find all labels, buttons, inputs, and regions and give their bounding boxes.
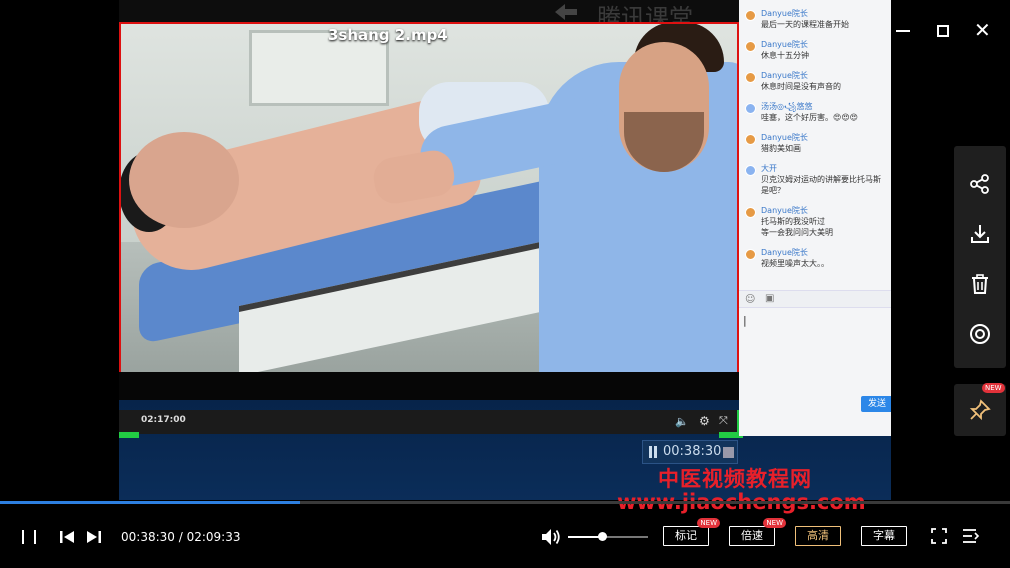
mark-button[interactable]: 标记 NEW [663,518,720,546]
chat-sender: 汤汤◎꧁悠悠 [761,102,813,111]
previous-icon[interactable] [58,528,76,546]
chat-text: 猎豹美如画 [761,144,801,153]
chat-input[interactable]: | [743,314,883,394]
hd-button[interactable]: 高清 [795,526,841,546]
close-button[interactable]: ✕ [974,20,991,40]
chat-sender: 大开 [761,164,777,173]
subtitle-button[interactable]: 字幕 [861,526,907,546]
hd-label: 高清 [807,529,829,542]
pause-button[interactable] [22,530,36,544]
new-badge: NEW [982,383,1005,393]
target-icon [970,324,990,344]
chat-panel: Danyue院长 最后一天的课程准备开始 Danyue院长 休息十五分钟 Danyue院… [739,0,891,436]
mark-label: 标记 [675,529,697,542]
chat-message-list: Danyue院长 最后一天的课程准备开始 Danyue院长 休息十五分钟 Danyue院… [739,8,891,278]
subtitle-label: 字幕 [873,529,895,542]
inner-clock-box: 00:38:30 [642,440,738,464]
control-bar: 00:38:30 / 02:09:33 标记 NEW 倍速 NEW 高清 字幕 [0,504,1010,568]
chat-sender: Danyue院长 [761,248,808,257]
chat-text: 哇塞，这个好厉害。😍😍😍 [761,113,859,122]
inner-volume-icon: 🔈 [675,415,689,428]
chat-text: 最后一天的课程准备开始 [761,20,849,29]
volume-icon[interactable] [540,527,562,547]
inner-clock-text: 00:38:30 [663,444,722,459]
download-icon [971,225,989,243]
tencent-classroom-logo-icon [555,4,577,20]
chat-text: 休息时间是没有声音的 [761,82,841,91]
fullscreen-icon[interactable] [931,528,947,544]
share-icon [970,174,989,194]
avatar [745,72,756,83]
trash-icon [972,274,988,294]
playlist-icon[interactable] [962,528,980,544]
pin-button[interactable]: NEW [954,383,1006,436]
inner-expand-icon: ⤧ [719,414,728,427]
inner-player-controls: 02:17:00 🔈 ⚙ ⤧ [119,410,743,438]
avatar [745,249,756,260]
chat-sender: Danyue院长 [761,133,808,142]
inner-stop-icon [723,447,734,458]
chat-message: Danyue院长 休息十五分钟 [739,39,891,61]
chat-text: 休息十五分钟 [761,51,809,60]
chat-message: 大开贝克汉姆对运动的讲解要比托马斯 是吧？ [739,163,891,196]
time-display: 00:38:30 / 02:09:33 [121,530,241,544]
chat-message: 汤汤◎꧁悠悠哇塞，这个好厉害。😍😍😍 [739,101,891,123]
chat-sender: Danyue院长 [761,9,808,18]
download-button[interactable] [966,220,994,248]
chat-sender: Danyue院长 [761,40,808,49]
chat-toolbar: ☺ ▣ [739,290,891,308]
chat-message: Danyue院长视频里噪声太大。。 [739,247,891,269]
inner-pause-icon [649,446,657,458]
chat-sender: Danyue院长 [761,71,808,80]
chat-text: 贝克汉姆对运动的讲解要比托马斯 是吧？ [761,175,881,195]
next-icon[interactable] [85,528,103,546]
avatar [745,10,756,21]
chat-text: 视频里噪声太大。。 [761,259,829,268]
watermark-title: 中医视频教程网 [658,467,812,491]
chat-text: 托马斯的我没听过 等一会我问问大美明 [761,217,833,237]
video-frame[interactable]: 腾讯课堂 02:17:00 🔈 ⚙ ⤧ 00:38:30 Danyue院长 最后… [119,0,891,500]
inner-letterbox [119,372,739,400]
minimize-button[interactable] [896,30,910,32]
side-toolbar [954,146,1006,368]
new-badge: NEW [697,518,720,528]
emoji-icon[interactable]: ☺ [745,294,755,305]
avatar [745,165,756,176]
record-button[interactable] [966,320,994,348]
inner-time-label: 02:17:00 [141,415,186,425]
chat-message: Danyue院长 猎豹美如画 [739,132,891,154]
volume-slider[interactable] [568,532,648,541]
chat-message: Danyue院长休息时间是没有声音的 [739,70,891,92]
avatar [745,103,756,114]
image-icon[interactable]: ▣ [765,293,774,304]
video-player-window: 腾讯课堂 02:17:00 🔈 ⚙ ⤧ 00:38:30 Danyue院长 最后… [0,0,1010,568]
video-title: 3shang 2.mp4 [328,26,448,44]
share-button[interactable] [966,170,994,198]
chat-message: Danyue院长托马斯的我没听过 等一会我问问大美明 [739,205,891,238]
pin-icon [969,399,991,421]
inner-green-marker-left [119,432,139,438]
new-badge: NEW [763,518,786,528]
send-button[interactable]: 发送 [861,396,891,412]
delete-button[interactable] [966,270,994,298]
avatar [745,41,756,52]
chat-message: Danyue院长最后一天的课程准备开始 [739,8,891,30]
avatar [745,134,756,145]
volume-knob[interactable] [597,532,607,541]
inner-gear-icon: ⚙ [699,414,710,428]
maximize-button[interactable] [937,25,949,37]
speed-button[interactable]: 倍速 NEW [729,518,786,546]
speed-label: 倍速 [741,529,763,542]
chat-sender: Danyue院长 [761,206,808,215]
avatar [745,207,756,218]
volume-fill [568,536,602,538]
video-scene [119,22,739,372]
